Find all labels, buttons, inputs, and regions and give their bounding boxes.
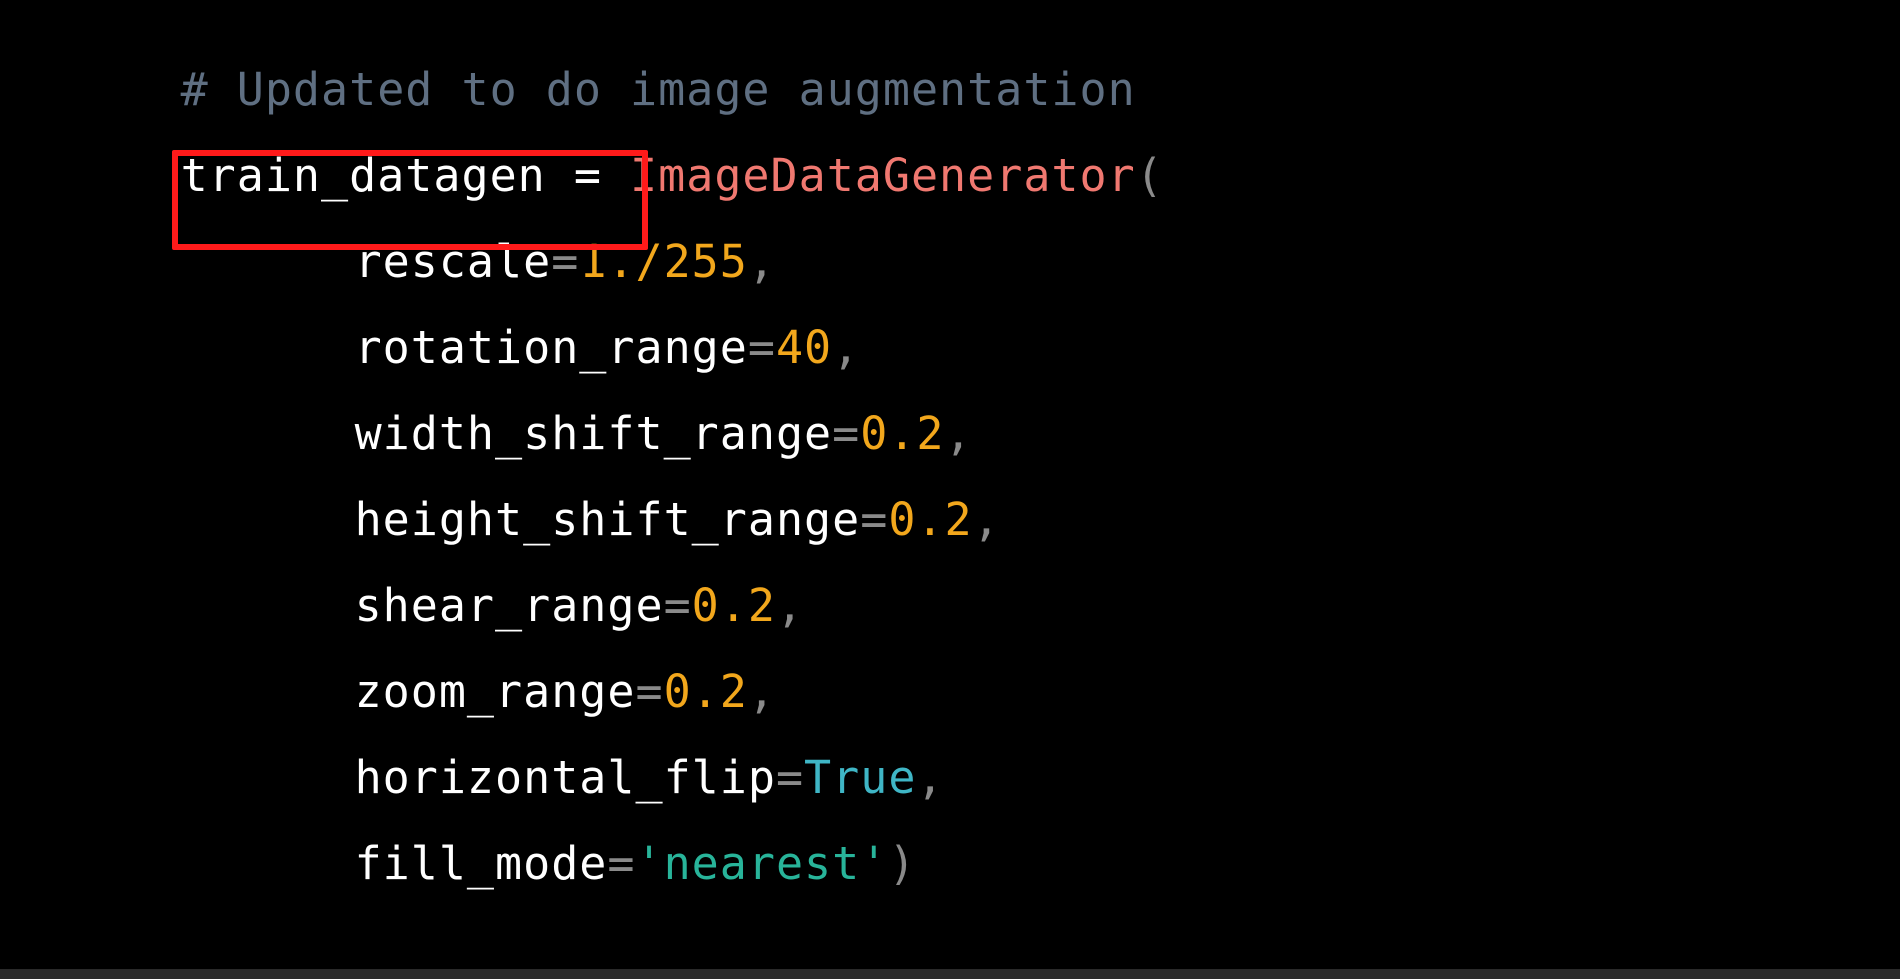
- code-arg-line: shear_range=0.2,: [186, 516, 804, 632]
- arg-value: 'nearest': [635, 837, 889, 890]
- arg-separator: ,: [775, 579, 805, 632]
- arg-equals: =: [607, 837, 636, 890]
- code-arg-line: height_shift_range=0.2,: [186, 430, 1001, 546]
- arg-separator: ,: [916, 751, 945, 804]
- close-paren: ): [888, 837, 917, 890]
- code-arg-line: zoom_range=0.2,: [186, 602, 776, 718]
- code-arg-line: width_shift_range=0.2,: [186, 344, 973, 460]
- arg-value: 0.2: [888, 493, 973, 546]
- arg-name: fill_mode: [354, 837, 608, 890]
- bottom-bar: [0, 969, 1900, 979]
- code-arg-line: fill_mode='nearest'): [186, 774, 916, 890]
- code-arg-line: rotation_range=40,: [186, 258, 860, 374]
- code-slide: # Updated to do image augmentation train…: [0, 0, 1900, 979]
- code-arg-line: horizontal_flip=True,: [186, 688, 945, 804]
- open-paren: (: [1135, 149, 1164, 202]
- highlight-box-rescale: [172, 150, 648, 250]
- code-assignment-line: train_datagen = ImageDataGenerator(: [12, 86, 1164, 202]
- code-comment-line: # Updated to do image augmentation: [12, 0, 1136, 116]
- arg-equals: =: [860, 493, 889, 546]
- arg-separator: ,: [972, 493, 1001, 546]
